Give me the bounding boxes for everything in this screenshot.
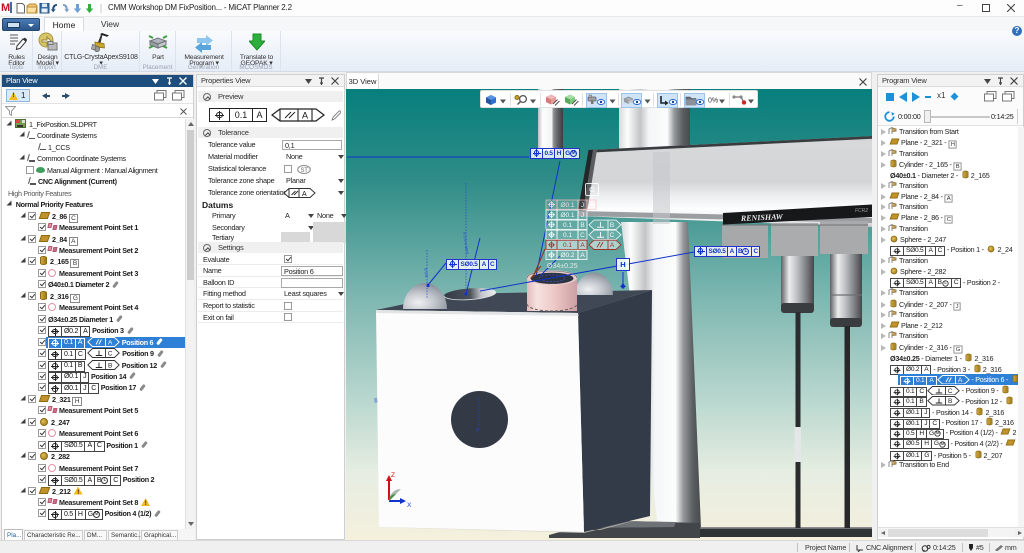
svg-text:B: B: [580, 222, 584, 229]
svg-text:C: C: [948, 387, 953, 394]
svg-text:A: A: [580, 252, 585, 259]
svg-text:C: C: [580, 232, 585, 239]
svg-text:C: C: [589, 201, 594, 208]
svg-text:C: C: [610, 232, 615, 239]
svg-text:B: B: [610, 222, 614, 229]
svg-text:Ø0.1: Ø0.1: [560, 211, 574, 218]
svg-text:0.1: 0.1: [563, 242, 572, 249]
svg-text:Ø0.2: Ø0.2: [560, 252, 574, 259]
svg-text:ST: ST: [301, 168, 309, 174]
svg-text:Ø34±0.25: Ø34±0.25: [547, 263, 578, 270]
svg-text:A: A: [302, 191, 307, 198]
svg-text:J: J: [581, 201, 584, 208]
svg-text:B: B: [108, 362, 112, 369]
svg-text:A: A: [610, 242, 615, 249]
svg-text:A: A: [302, 111, 308, 121]
svg-text:J: J: [581, 211, 584, 218]
svg-text:Ø0.1: Ø0.1: [560, 201, 574, 208]
svg-text:C: C: [108, 350, 113, 357]
svg-text:A: A: [580, 242, 585, 249]
svg-text:B: B: [948, 398, 952, 405]
svg-text:0.1: 0.1: [563, 222, 572, 229]
svg-text:0.1: 0.1: [563, 232, 572, 239]
